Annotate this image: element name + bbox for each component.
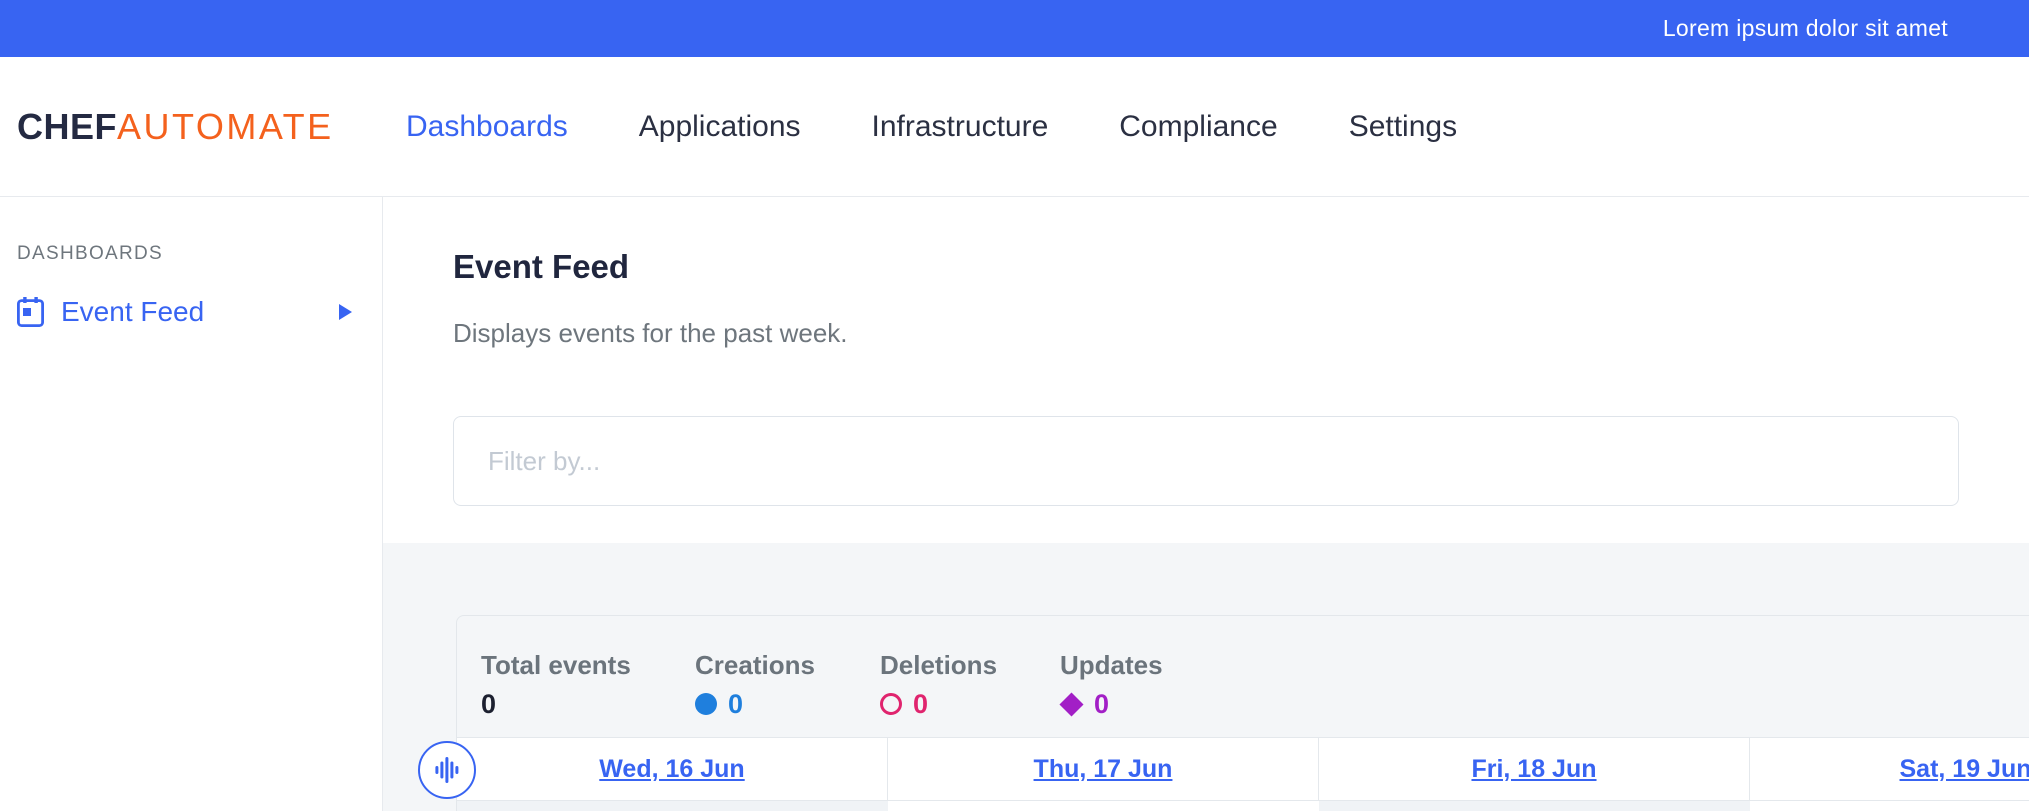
- arrow-right-icon[interactable]: [339, 304, 352, 320]
- timeline-day-headers: Wed, 16 Jun Thu, 17 Jun Fri, 18 Jun Sat,…: [457, 737, 2029, 801]
- event-feed-card: Total events 0 Creations 0 Deletions: [456, 615, 2029, 811]
- stat-updates: Updates 0: [1060, 650, 1163, 737]
- stat-value: 0: [728, 689, 743, 720]
- page-subtitle: Displays events for the past week.: [453, 318, 2029, 348]
- nav-item-settings[interactable]: Settings: [1349, 110, 1457, 144]
- guitar-strings-toggle-button[interactable]: [418, 741, 476, 799]
- timeline-stripes: [457, 801, 2029, 811]
- event-stats: Total events 0 Creations 0 Deletions: [457, 616, 2029, 737]
- deletions-circle-icon: [880, 693, 902, 715]
- logo-chef-text: CHEF: [17, 106, 117, 147]
- app-header: CHEFAUTOMATE Dashboards Applications Inf…: [0, 57, 2029, 197]
- nav-item-dashboards[interactable]: Dashboards: [406, 110, 568, 144]
- banner-message: Lorem ipsum dolor sit amet: [1663, 15, 1948, 42]
- stat-value: 0: [1094, 689, 1109, 720]
- page-head: Event Feed Displays events for the past …: [383, 197, 2029, 543]
- main-panel: Event Feed Displays events for the past …: [383, 197, 2029, 811]
- sidebar-heading: DASHBOARDS: [17, 243, 382, 265]
- day-column: Sat, 19 Jun: [1750, 738, 2029, 800]
- day-link-wed-16-jun[interactable]: Wed, 16 Jun: [599, 755, 744, 784]
- stat-deletions: Deletions 0: [880, 650, 1060, 737]
- day-link-thu-17-jun[interactable]: Thu, 17 Jun: [1034, 755, 1173, 784]
- logo-automate-text: AUTOMATE: [117, 106, 334, 147]
- main-nav: Dashboards Applications Infrastructure C…: [406, 110, 1457, 144]
- sidebar-item-event-feed[interactable]: Event Feed: [17, 296, 382, 328]
- timeline-stripe: [1319, 801, 1750, 811]
- content-area: DASHBOARDS Event Feed Event Feed Display…: [0, 197, 2029, 811]
- top-banner: Lorem ipsum dolor sit amet: [0, 0, 2029, 57]
- day-column: Thu, 17 Jun: [888, 738, 1319, 800]
- day-column: Wed, 16 Jun: [457, 738, 888, 800]
- nav-item-infrastructure[interactable]: Infrastructure: [872, 110, 1049, 144]
- stat-value: 0: [481, 689, 496, 720]
- stat-label: Deletions: [880, 650, 1060, 681]
- updates-diamond-icon: [1059, 692, 1083, 716]
- stat-label: Creations: [695, 650, 880, 681]
- timeline-stripe: [457, 801, 888, 811]
- filter-input[interactable]: [453, 416, 1959, 506]
- sidebar-item-label: Event Feed: [61, 296, 204, 328]
- stat-value: 0: [913, 689, 928, 720]
- stat-total-events: Total events 0: [481, 650, 695, 737]
- waveform-icon: [434, 756, 461, 784]
- page-title: Event Feed: [453, 247, 2029, 286]
- day-column: Fri, 18 Jun: [1319, 738, 1750, 800]
- event-feed-section: Total events 0 Creations 0 Deletions: [383, 543, 2029, 811]
- sidebar: DASHBOARDS Event Feed: [0, 197, 383, 811]
- stat-label: Updates: [1060, 650, 1163, 681]
- day-link-sat-19-jun[interactable]: Sat, 19 Jun: [1900, 755, 2029, 784]
- timeline-stripe: [1750, 801, 2029, 811]
- timeline-stripe: [888, 801, 1319, 811]
- stat-creations: Creations 0: [695, 650, 880, 737]
- stat-label: Total events: [481, 650, 695, 681]
- chef-automate-logo[interactable]: CHEFAUTOMATE: [17, 106, 406, 148]
- nav-item-compliance[interactable]: Compliance: [1119, 110, 1277, 144]
- nav-item-applications[interactable]: Applications: [639, 110, 801, 144]
- calendar-icon: [17, 297, 44, 327]
- day-link-fri-18-jun[interactable]: Fri, 18 Jun: [1471, 755, 1596, 784]
- creations-circle-icon: [695, 693, 717, 715]
